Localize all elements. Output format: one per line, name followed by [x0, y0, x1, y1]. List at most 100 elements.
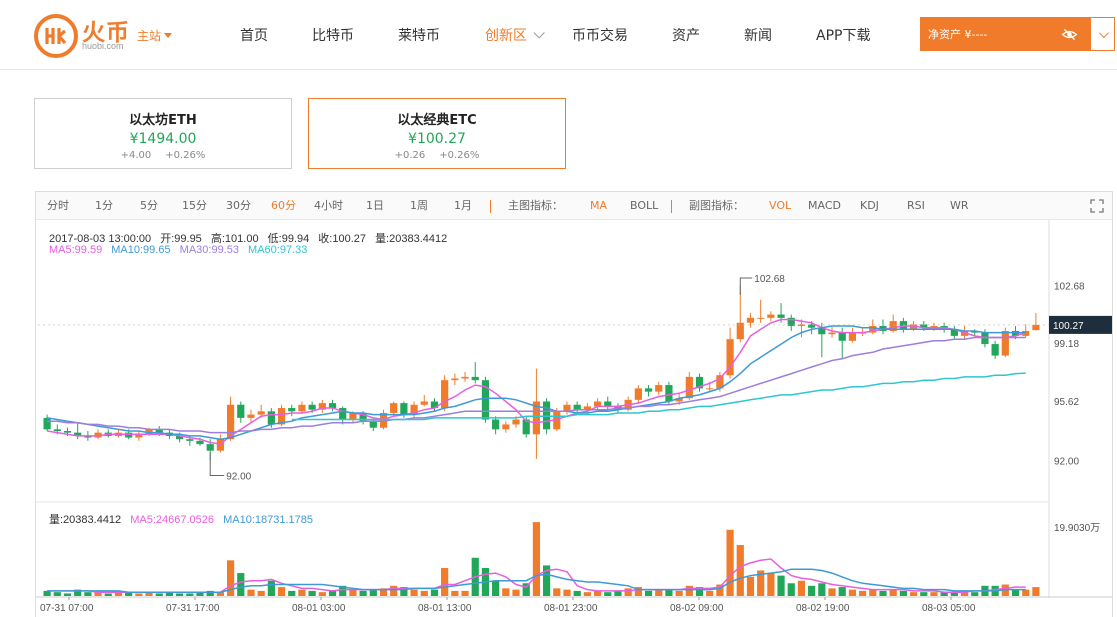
volume-bar: [848, 589, 857, 596]
candle-body: [196, 440, 204, 445]
eye-hidden-icon[interactable]: [1061, 26, 1078, 43]
nav-label: 新闻: [744, 28, 772, 44]
kline-chart-panel: 分时 1分 5分 15分 30分 60分 4小时 1日 1周 1月 主图指标： …: [35, 191, 1113, 617]
vol-ma5-value: MA5:24667.0526: [130, 514, 215, 526]
candle-body: [420, 401, 428, 405]
volume-bar: [665, 589, 673, 596]
volume-bar: [889, 589, 897, 596]
volume-bar: [838, 587, 846, 596]
ma-info: MA5:99.59 MA10:99.65 MA30:99.53 MA60:97.…: [49, 244, 313, 256]
volume-bar: [349, 589, 357, 596]
nav-label: 比特币: [312, 28, 354, 44]
candle-body: [451, 378, 459, 381]
account-dropdown-button[interactable]: [1090, 17, 1115, 51]
volume-bar: [502, 588, 510, 596]
candle-body: [838, 332, 846, 341]
volume-bar: [53, 592, 61, 596]
volume-bar: [420, 590, 428, 596]
candle-body: [991, 344, 999, 356]
candle-body: [665, 385, 673, 402]
coin-card-etc[interactable]: 以太经典ETC ¥100.27 +0.26 +0.26%: [308, 98, 566, 169]
volume-bar: [492, 580, 500, 596]
candle-body: [706, 388, 714, 390]
coin-change: +0.26: [394, 150, 426, 161]
volume-bar: [624, 588, 632, 596]
net-asset-button[interactable]: 净资产 ¥----: [920, 17, 1090, 51]
volume-bar: [410, 589, 418, 596]
volume-bar: [797, 580, 806, 596]
candle-body: [237, 404, 245, 418]
volume-bar: [328, 590, 337, 596]
volume-bar: [369, 589, 377, 596]
time-tick-label: 08-01 03:00: [292, 603, 346, 614]
ohlc-close: 收:100.27: [318, 233, 366, 245]
nav-app-download[interactable]: APP下载: [816, 0, 870, 70]
price-tick-label: 95.62: [1054, 397, 1079, 408]
volume-bar: [532, 522, 540, 596]
volume-bar: [746, 576, 755, 596]
candle-body: [502, 424, 510, 430]
nav-label: 币币交易: [572, 28, 628, 44]
site-selector[interactable]: 主站: [137, 27, 173, 44]
volume-bar: [563, 589, 571, 596]
candle-body: [288, 408, 296, 412]
max-marker-line: [739, 277, 753, 296]
nav-assets[interactable]: 资产: [672, 0, 700, 70]
ohlc-vol: 量:20383.4412: [375, 233, 448, 245]
volume-bar: [706, 590, 714, 596]
volume-bar: [899, 590, 907, 596]
vol-info: 量:20383.4412 MA5:24667.0526 MA10:18731.1…: [49, 511, 319, 527]
vol-value: 量:20383.4412: [49, 514, 122, 526]
volume-bar: [63, 593, 72, 596]
volume-bar: [685, 585, 693, 596]
volume-bar: [644, 590, 653, 596]
candle-body: [899, 321, 907, 330]
top-header: 火币 huobi.com 主站 首页 比特币 莱特币 创新区 币币交易 资产 新…: [0, 0, 1117, 70]
coin-change-pct: +0.26%: [165, 150, 206, 161]
time-tick-label: 08-01 23:00: [544, 603, 598, 614]
volume-bar: [920, 592, 928, 596]
candle-body: [655, 385, 663, 392]
candle-body: [53, 429, 61, 431]
coin-change-pct: +0.26%: [439, 150, 480, 161]
candle-body: [492, 419, 500, 430]
candle-body: [634, 388, 642, 400]
volume-bar: [441, 567, 449, 596]
nav-innovation-zone[interactable]: 创新区: [485, 0, 545, 70]
volume-bar: [553, 588, 561, 596]
volume-bar: [1011, 589, 1020, 596]
candle-body: [308, 404, 316, 410]
volume-bar: [277, 587, 286, 596]
volume-bar: [593, 590, 602, 596]
ma60-value: MA60:97.33: [248, 244, 308, 256]
volume-bar: [512, 589, 520, 596]
volume-bar: [288, 590, 296, 596]
candle-body: [644, 388, 653, 392]
nav-label: APP下载: [816, 28, 871, 44]
nav-label: 莱特币: [398, 28, 440, 44]
candle-body: [43, 417, 51, 430]
coin-name: 以太经典ETC: [397, 113, 477, 128]
volume-bar: [583, 592, 591, 596]
volume-bar: [176, 593, 184, 596]
nav-news[interactable]: 新闻: [744, 0, 772, 70]
coin-card-eth[interactable]: 以太坊ETH ¥1494.00 +4.00 +0.26%: [34, 98, 292, 169]
nav-home[interactable]: 首页: [240, 0, 268, 70]
candle-body: [267, 411, 275, 425]
nav-label: 创新区: [485, 28, 527, 44]
volume-bar: [155, 593, 163, 596]
candle-body: [216, 439, 224, 451]
ma10-value: MA10:99.65: [111, 244, 171, 256]
nav-coin-trading[interactable]: 币币交易: [572, 0, 628, 70]
volume-bar: [726, 529, 734, 596]
nav-litecoin[interactable]: 莱特币: [398, 0, 440, 70]
site-selector-label: 主站: [137, 29, 162, 43]
huobi-logo-icon[interactable]: [34, 14, 78, 58]
coin-change: +4.00: [120, 150, 152, 161]
nav-bitcoin[interactable]: 比特币: [312, 0, 354, 70]
volume-bar: [736, 545, 744, 596]
candle-body: [206, 444, 214, 451]
volume-bar: [1032, 587, 1040, 596]
caret-down-icon: [164, 33, 173, 38]
volume-bar: [298, 589, 306, 596]
